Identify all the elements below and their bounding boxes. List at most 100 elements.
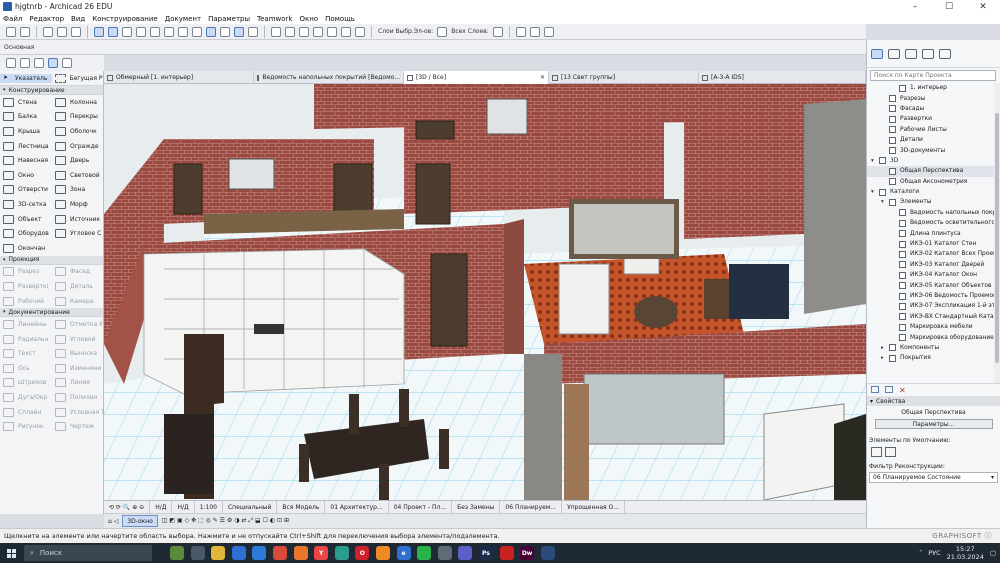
archicad-icon[interactable] [540,546,555,560]
nav-icons[interactable]: ⌂ ◁ [104,518,122,525]
special-dropdown[interactable]: Специальный [223,500,278,514]
redo-icon[interactable] [20,26,30,37]
tree-item[interactable]: ИКЭ-03 Каталог Дверей [867,260,1000,270]
tool-item[interactable]: Зона [52,183,104,198]
copy-icon[interactable] [57,26,67,37]
tool-item[interactable]: Условная Т [52,405,104,420]
maximize-button[interactable]: ☐ [932,0,966,13]
tool-item[interactable]: Радиальн [0,332,52,347]
project-dropdown[interactable]: 04 Проект - Пл... [389,500,453,514]
toolbox-section-header[interactable]: ▾ Конструирование [0,86,103,95]
tree-item[interactable]: Фасады [867,104,1000,114]
teams-icon[interactable] [458,546,473,560]
layers-icon[interactable] [327,26,337,37]
tray-chevron-icon[interactable]: ˄ [919,549,922,557]
3d-viewport[interactable] [104,84,866,500]
language-indicator[interactable]: РУС [928,549,940,557]
tree-item[interactable]: ИКЭ-06 Ведомость Проемов [867,291,1000,301]
taskbar-search[interactable]: ⌕ Поиск [24,545,152,561]
paste-icon[interactable] [71,26,81,37]
menu-item[interactable]: Окно [299,15,318,23]
tool-item[interactable]: Линия [52,376,104,391]
close-tab-icon[interactable]: ✕ [536,74,545,81]
navigator-settings-icon[interactable] [939,48,951,59]
tree-item[interactable]: Общая Аксонометрия [867,177,1000,187]
view-tab[interactable]: Ведомость напольных покрытий [Ведомо... [254,71,404,84]
zoom-icons[interactable]: ⟲ ⟳ 🔍 ⊕ ⊖ [104,500,151,514]
tool-item[interactable]: Деталь [52,279,104,294]
view-map-icon[interactable] [888,48,900,59]
tool-item[interactable]: Балка [0,110,52,125]
tree-expander-icon[interactable]: ▸ [881,345,889,351]
tool-item[interactable]: Ось [0,361,52,376]
tree-item[interactable]: Рабочие Листы [867,125,1000,135]
tool-item[interactable]: Лестница [0,139,52,154]
show-hide-icon[interactable] [529,26,540,37]
tree-item[interactable]: ИКЭ-02 Каталог Всех Проемов [867,249,1000,259]
view-tools[interactable]: ◫ ◩ ▣ ◇ ✥ ⬚ ◎ ✎ ☰ ⚙ ◑ ⇄ ⤢ ⬓ ☐ ◐ ⊡ ⊞ [158,517,293,525]
select-icon[interactable] [234,26,244,37]
tree-expander-icon[interactable]: ▾ [881,199,889,205]
tree-item[interactable]: 3D-документы [867,145,1000,155]
settings-icon[interactable] [437,546,452,560]
renovation-dropdown[interactable]: 06 Планируем... [500,500,563,514]
tree-item[interactable]: Развертки [867,114,1000,124]
tree-item[interactable]: ▾ 3D [867,156,1000,166]
scrollbar-thumb[interactable] [995,113,999,363]
3d-model-render[interactable] [104,84,866,500]
scale-dropdown[interactable]: 1:100 [195,500,223,514]
tool-item[interactable]: Текст [0,347,52,362]
tree-item[interactable]: Маркировка оборудование [867,332,1000,342]
photoshop-icon[interactable]: Ps [478,546,493,560]
clone-icon[interactable] [885,385,893,393]
tool-item[interactable]: Оборудов [0,226,52,241]
parameters-button[interactable]: Параметры... [874,419,993,429]
publisher-icon[interactable] [922,48,934,59]
magic-wand-icon[interactable] [94,26,104,37]
renovation-filter-select[interactable]: 06 Планируемое Состояние [869,472,998,483]
tool-item[interactable]: Рисунок [0,419,52,434]
tool-item[interactable]: Разрез [0,265,52,280]
tool-item[interactable]: Отверсти [0,183,52,198]
rotate-icon[interactable] [164,26,174,37]
tool-item[interactable]: Объект [0,212,52,227]
lock-icon[interactable] [192,26,202,37]
tree-item[interactable]: ИКЭ-04 Каталог Окон [867,270,1000,280]
tree-expander-icon[interactable]: ▾ [871,189,879,195]
edge-icon[interactable] [334,546,349,560]
view-tab[interactable]: [3D / Все] ✕ [404,71,549,84]
tool-item[interactable]: Окно [0,168,52,183]
model-dropdown[interactable]: Вся Модель [277,500,326,514]
view-tab[interactable]: Обмерный [1. интерьер] [104,71,254,84]
tool-item[interactable]: 3D-сетка [0,197,52,212]
tool-item[interactable]: Световой [52,168,104,183]
layout-book-icon[interactable] [905,48,917,59]
tree-item[interactable]: Разрезы [867,93,1000,103]
eye-icon[interactable] [515,26,526,37]
menu-item[interactable]: Конструирование [92,15,157,23]
tool-item[interactable]: Рабочий [0,294,52,309]
new-view-icon[interactable] [871,385,879,393]
tree-item[interactable]: Длина плинтуса [867,228,1000,238]
simplified-dropdown[interactable]: Упрощенная О... [562,500,625,514]
tree-item[interactable]: ▾ Элементы [867,197,1000,207]
trace-icon[interactable] [206,26,216,37]
tree-item[interactable]: 1. интерьер [867,83,1000,93]
menu-item[interactable]: Документ [165,15,201,23]
view-tab[interactable]: [A-3-A IDS] [699,71,866,84]
pens-icon[interactable] [341,26,351,37]
tree-item[interactable]: Детали [867,135,1000,145]
defaults-object-icon[interactable] [885,447,896,457]
tool-item[interactable]: Огражде [52,139,104,154]
tree-expander-icon[interactable]: ▸ [881,355,889,361]
defaults-grid-icon[interactable] [871,447,882,457]
widgets-icon[interactable] [170,546,184,560]
undo-icon[interactable] [6,26,16,37]
delete-icon[interactable]: ✕ [899,386,906,395]
tree-item[interactable]: Ведомость напольных покрыти [867,208,1000,218]
yandex-icon[interactable]: Y [314,546,329,560]
clock[interactable]: 15:27 21.03.2024 [947,545,984,561]
menu-item[interactable]: Вид [71,15,85,23]
acrobat-icon[interactable] [499,546,514,560]
pointer-icon[interactable] [48,58,58,68]
